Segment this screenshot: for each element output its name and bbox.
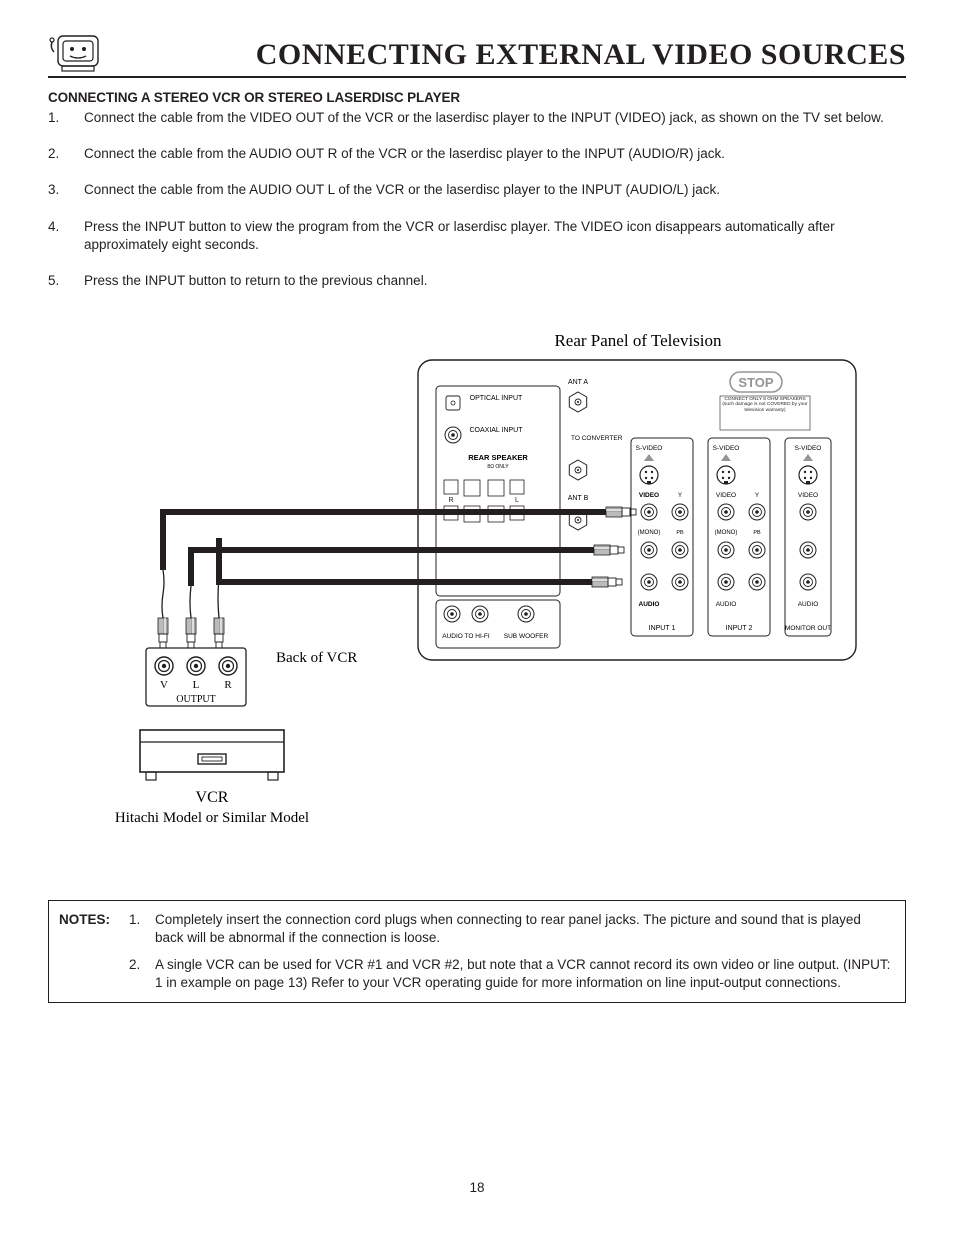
- svg-text:S-VIDEO: S-VIDEO: [636, 445, 663, 452]
- notes-box: NOTES: 1.Completely insert the connectio…: [48, 900, 906, 1002]
- svg-text:Y: Y: [755, 493, 759, 499]
- notes-list: 1.Completely insert the connection cord …: [129, 911, 891, 991]
- svg-text:ANT B: ANT B: [568, 495, 589, 502]
- svg-text:AUDIO: AUDIO: [798, 601, 819, 608]
- svg-text:(MONO): (MONO): [638, 530, 661, 536]
- svg-text:PB: PB: [753, 530, 761, 536]
- svg-text:L: L: [515, 497, 519, 504]
- svg-text:VIDEO: VIDEO: [798, 492, 818, 499]
- connection-diagram: Rear Panel of Television OPTICAL INPUT C…: [48, 330, 906, 870]
- page-header: CONNECTING EXTERNAL VIDEO SOURCES: [48, 30, 906, 78]
- svg-text:MONITOR OUT: MONITOR OUT: [785, 625, 831, 632]
- svg-text:AUDIO TO HI-FI: AUDIO TO HI-FI: [442, 633, 490, 640]
- svg-text:S-VIDEO: S-VIDEO: [713, 445, 740, 452]
- svg-text:AUDIO: AUDIO: [639, 601, 660, 608]
- svg-text:SUB WOOFER: SUB WOOFER: [504, 633, 549, 640]
- section-subhead: CONNECTING A STEREO VCR OR STEREO LASERD…: [48, 90, 906, 105]
- svg-text:Hitachi Model or Similar Model: Hitachi Model or Similar Model: [115, 810, 309, 826]
- svg-text:COAXIAL INPUT: COAXIAL INPUT: [469, 427, 523, 434]
- svg-text:V: V: [160, 679, 168, 691]
- svg-text:VCR: VCR: [196, 789, 229, 806]
- page-number: 18: [0, 1180, 954, 1195]
- svg-text:R: R: [224, 679, 232, 691]
- svg-text:AUDIO: AUDIO: [716, 601, 737, 608]
- svg-text:(MONO): (MONO): [715, 530, 738, 536]
- svg-text:PB: PB: [676, 530, 684, 536]
- svg-text:Y: Y: [678, 493, 682, 499]
- svg-text:Back of VCR: Back of VCR: [276, 650, 357, 666]
- svg-text:ANT A: ANT A: [568, 379, 588, 386]
- notes-label: NOTES:: [59, 911, 129, 991]
- svg-text:R: R: [448, 497, 453, 504]
- svg-text:L: L: [193, 679, 200, 691]
- step-item: 3.Connect the cable from the AUDIO OUT L…: [48, 181, 906, 199]
- step-item: 4.Press the INPUT button to view the pro…: [48, 218, 906, 254]
- svg-text:S-VIDEO: S-VIDEO: [795, 445, 822, 452]
- svg-text:TO CONVERTER: TO CONVERTER: [571, 435, 623, 442]
- svg-text:OPTICAL INPUT: OPTICAL INPUT: [470, 395, 523, 402]
- svg-text:OUTPUT: OUTPUT: [176, 694, 215, 705]
- diagram-caption: Rear Panel of Television: [554, 331, 722, 350]
- svg-text:INPUT 1: INPUT 1: [649, 625, 676, 632]
- svg-text:8Ω ONLY: 8Ω ONLY: [487, 464, 509, 470]
- tv-mascot-icon: [48, 30, 102, 74]
- svg-text:STOP: STOP: [738, 375, 773, 390]
- page-title: CONNECTING EXTERNAL VIDEO SOURCES: [112, 38, 906, 74]
- svg-text:INPUT 2: INPUT 2: [726, 625, 753, 632]
- svg-text:REAR SPEAKER: REAR SPEAKER: [468, 453, 528, 462]
- svg-text:VIDEO: VIDEO: [639, 492, 659, 499]
- svg-text:VIDEO: VIDEO: [716, 492, 736, 499]
- steps-list: 1.Connect the cable from the VIDEO OUT o…: [48, 109, 906, 290]
- step-item: 5.Press the INPUT button to return to th…: [48, 272, 906, 290]
- step-item: 2.Connect the cable from the AUDIO OUT R…: [48, 145, 906, 163]
- step-item: 1.Connect the cable from the VIDEO OUT o…: [48, 109, 906, 127]
